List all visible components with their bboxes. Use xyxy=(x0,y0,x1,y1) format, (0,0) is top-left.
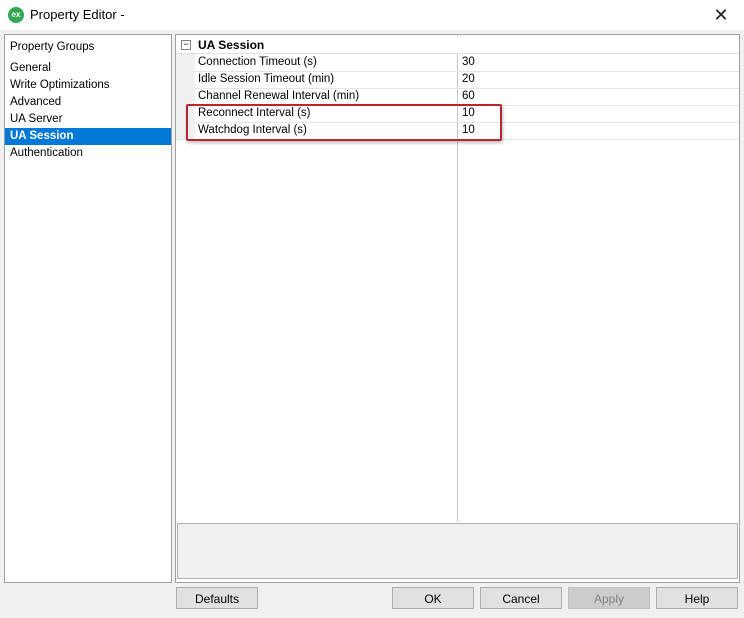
close-icon[interactable]: ✕ xyxy=(698,0,744,30)
property-groups-panel: Property Groups General Write Optimizati… xyxy=(4,34,172,583)
row-gutter xyxy=(176,122,195,139)
title-bar: ex Property Editor - ✕ xyxy=(0,0,744,30)
window-title: Property Editor - xyxy=(30,7,125,22)
group-item-advanced[interactable]: Advanced xyxy=(5,94,171,111)
help-button[interactable]: Help xyxy=(656,587,738,609)
property-groups-list: General Write Optimizations Advanced UA … xyxy=(5,60,171,162)
group-item-ua-session[interactable]: UA Session xyxy=(5,128,171,145)
property-name: Reconnect Interval (s) xyxy=(198,107,311,119)
property-row-channel-renewal-interval[interactable]: Channel Renewal Interval (min) 60 xyxy=(176,88,739,106)
property-description-area xyxy=(177,523,738,579)
cancel-button[interactable]: Cancel xyxy=(480,587,562,609)
property-name: Connection Timeout (s) xyxy=(198,56,317,68)
property-name: Channel Renewal Interval (min) xyxy=(198,90,360,102)
property-row-watchdog-interval[interactable]: Watchdog Interval (s) 10 xyxy=(176,122,739,140)
collapse-icon[interactable]: − xyxy=(181,40,191,50)
property-value[interactable]: 20 xyxy=(462,71,475,88)
category-label: UA Session xyxy=(198,38,265,52)
apply-button[interactable]: Apply xyxy=(568,587,650,609)
category-row-ua-session[interactable]: − UA Session xyxy=(176,37,739,54)
property-grid: − UA Session Connection Timeout (s) 30 I… xyxy=(176,35,739,522)
property-value[interactable]: 10 xyxy=(462,122,475,139)
property-value[interactable]: 30 xyxy=(462,54,475,71)
ok-button[interactable]: OK xyxy=(392,587,474,609)
defaults-button[interactable]: Defaults xyxy=(176,587,258,609)
property-row-reconnect-interval[interactable]: Reconnect Interval (s) 10 xyxy=(176,105,739,123)
group-item-authentication[interactable]: Authentication xyxy=(5,145,171,162)
group-item-write-optimizations[interactable]: Write Optimizations xyxy=(5,77,171,94)
property-name: Idle Session Timeout (min) xyxy=(198,73,335,85)
property-row-connection-timeout[interactable]: Connection Timeout (s) 30 xyxy=(176,54,739,72)
property-value[interactable]: 10 xyxy=(462,105,475,122)
property-grid-panel: − UA Session Connection Timeout (s) 30 I… xyxy=(175,34,740,583)
row-gutter xyxy=(176,88,195,105)
property-groups-header: Property Groups xyxy=(10,41,95,53)
row-gutter xyxy=(176,71,195,88)
row-gutter xyxy=(176,54,195,71)
property-row-idle-session-timeout[interactable]: Idle Session Timeout (min) 20 xyxy=(176,71,739,89)
property-name: Watchdog Interval (s) xyxy=(198,124,307,136)
app-icon: ex xyxy=(8,7,24,23)
group-item-ua-server[interactable]: UA Server xyxy=(5,111,171,128)
property-value[interactable]: 60 xyxy=(462,88,475,105)
row-gutter xyxy=(176,105,195,122)
group-item-general[interactable]: General xyxy=(5,60,171,77)
